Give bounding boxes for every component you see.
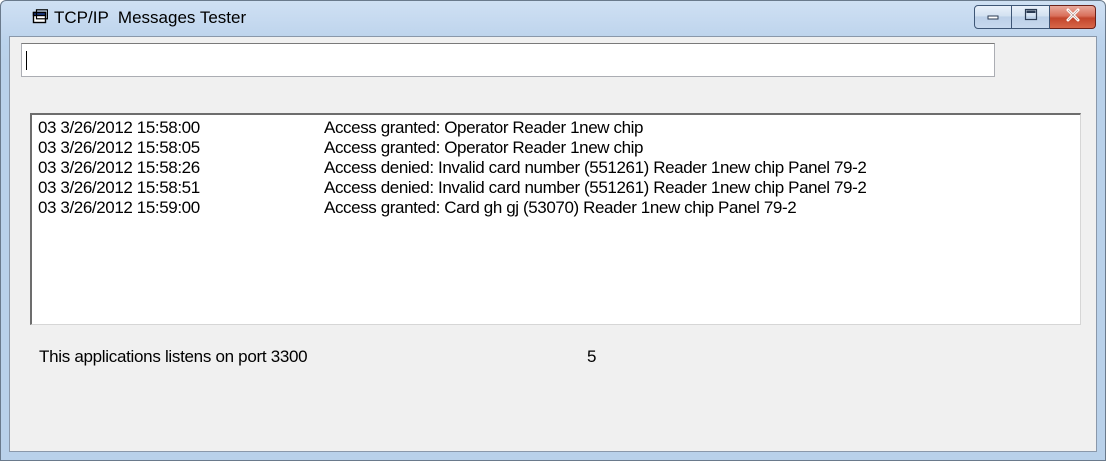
message-input[interactable] bbox=[21, 43, 995, 77]
minimize-button[interactable] bbox=[974, 5, 1012, 29]
log-row[interactable]: 03 3/26/2012 15:58:26 Access denied: Inva… bbox=[32, 158, 1080, 178]
log-timestamp: 03 3/26/2012 15:58:00 bbox=[38, 118, 200, 137]
log-row[interactable]: 03 3/26/2012 15:58:00 Access granted: Ope… bbox=[32, 118, 1080, 138]
log-row[interactable]: 03 3/26/2012 15:58:51 Access denied: Inva… bbox=[32, 178, 1080, 198]
log-timestamp: 03 3/26/2012 15:59:00 bbox=[38, 198, 200, 217]
log-row[interactable]: 03 3/26/2012 15:58:05 Access granted: Ope… bbox=[32, 138, 1080, 158]
text-caret bbox=[26, 51, 27, 70]
window-app-icon bbox=[32, 9, 49, 25]
minimize-icon bbox=[985, 8, 1001, 26]
maximize-icon bbox=[1023, 8, 1039, 27]
message-count-label: 5 bbox=[587, 347, 597, 366]
listen-port-label: This applications listens on port 3300 bbox=[39, 347, 308, 366]
maximize-button[interactable] bbox=[1012, 5, 1050, 29]
log-rows: 03 3/26/2012 15:58:00 Access granted: Ope… bbox=[32, 118, 1080, 218]
log-row[interactable]: 03 3/26/2012 15:59:00 Access granted: Car… bbox=[32, 198, 1080, 218]
log-message: Access denied: Invalid card number (5512… bbox=[324, 178, 867, 197]
log-timestamp: 03 3/26/2012 15:58:05 bbox=[38, 138, 200, 157]
log-message: Access denied: Invalid card number (5512… bbox=[324, 158, 867, 177]
close-icon bbox=[1065, 8, 1081, 27]
log-timestamp: 03 3/26/2012 15:58:51 bbox=[38, 178, 200, 197]
window-title: TCP/IP Messages Tester bbox=[54, 8, 247, 27]
log-message: Access granted: Operator Reader 1new chi… bbox=[324, 138, 644, 157]
app-window: TCP/IP Messages Tester 03 3/26/2012 15:5… bbox=[0, 0, 1106, 461]
title-bar[interactable]: TCP/IP Messages Tester bbox=[1, 1, 1105, 35]
caption-buttons bbox=[974, 5, 1096, 29]
log-message: Access granted: Card gh gj (53070) Reade… bbox=[324, 198, 797, 217]
message-log-list[interactable]: 03 3/26/2012 15:58:00 Access granted: Ope… bbox=[30, 113, 1081, 325]
log-timestamp: 03 3/26/2012 15:58:26 bbox=[38, 158, 200, 177]
log-message: Access granted: Operator Reader 1new chi… bbox=[324, 118, 644, 137]
close-button[interactable] bbox=[1050, 5, 1096, 29]
